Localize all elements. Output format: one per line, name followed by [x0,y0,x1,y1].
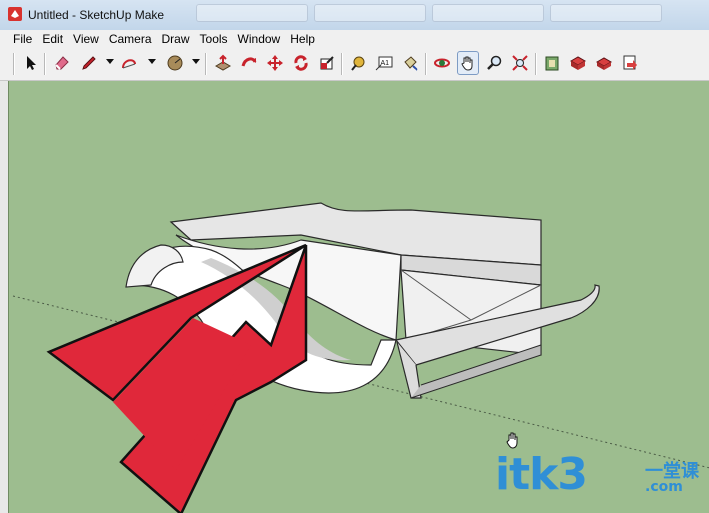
move-icon [267,55,283,71]
menu-edit[interactable]: Edit [36,30,67,48]
menu-view[interactable]: View [67,30,103,48]
menu-tools[interactable]: Tools [194,30,232,48]
line-dropdown-arrow[interactable] [106,59,114,64]
arc-dropdown-arrow[interactable] [148,59,156,64]
eraser-tool-button[interactable] [51,51,73,75]
follow-me-icon [241,57,257,67]
menu-help[interactable]: Help [284,30,319,48]
share-model-button[interactable] [593,51,615,75]
zoom-extents-tool-button[interactable] [509,51,531,75]
rotate-tool-button[interactable] [290,51,312,75]
toolbar-separator [44,53,46,75]
orbit-tool-button[interactable] [431,51,453,75]
tape-measure-tool-button[interactable] [347,51,369,75]
menu-camera[interactable]: Camera [103,30,156,48]
watermark-main-text: itk3 [495,449,588,500]
menu-draw[interactable]: Draw [156,30,194,48]
toolbar-separator [205,53,207,75]
zoom-icon [487,55,502,70]
viewport-left-frame [0,81,8,513]
toolbar-separator [341,53,343,75]
paint-bucket-tool-button[interactable] [399,51,421,75]
line-tool-button[interactable] [78,51,100,75]
scale-icon [320,56,334,70]
move-tool-button[interactable] [264,51,286,75]
circle-shape-icon [167,55,183,71]
scale-tool-button[interactable] [316,51,338,75]
send-to-layout-icon [623,55,637,70]
background-tab [432,4,544,22]
zoom-tool-button[interactable] [483,51,505,75]
push-pull-tool-button[interactable] [212,51,234,75]
drawing-viewport[interactable]: itk3 一堂课 .com [8,81,709,513]
arc-tool-button[interactable] [118,51,140,75]
send-to-layout-button[interactable] [619,51,641,75]
3d-warehouse-button[interactable] [541,51,563,75]
background-tab [196,4,308,22]
menu-window[interactable]: Window [232,30,285,48]
menu-file[interactable]: File [0,30,36,48]
toolbar-separator [535,53,537,75]
pan-hand-icon [461,56,473,71]
select-tool-button[interactable] [20,51,42,75]
sketchup-logo-icon [8,7,22,21]
orbit-icon [434,58,450,68]
menu-bar: File Edit View Camera Draw Tools Window … [0,30,709,48]
extension-warehouse-button[interactable] [567,51,589,75]
paint-bucket-icon [404,56,418,71]
window-title: Untitled - SketchUp Make [28,8,165,22]
rotate-icon [294,55,308,71]
scene-canvas [12,202,709,513]
text-tool-button[interactable]: A1 [373,51,395,75]
cursor-arrow-icon [27,56,36,70]
background-tab [550,4,662,22]
warehouse-icon [545,56,559,71]
shapes-dropdown-arrow[interactable] [192,59,200,64]
pan-cursor-icon [506,432,518,449]
watermark-domain-text: .com [645,479,683,495]
title-bar: Untitled - SketchUp Make [0,0,709,31]
watermark: itk3 一堂课 .com [495,453,699,497]
toolbar: A1 [0,48,709,81]
follow-me-tool-button[interactable] [238,51,260,75]
zoom-extents-icon [512,55,528,71]
arc-icon [122,59,136,69]
extension-warehouse-icon [569,56,587,70]
pencil-icon [82,56,96,70]
tape-measure-icon [351,56,365,71]
pan-tool-button[interactable] [457,51,479,75]
shapes-tool-button[interactable] [164,51,186,75]
toolbar-grip [13,53,15,75]
background-tab [314,4,426,22]
push-pull-icon [214,54,232,71]
eraser-icon [55,56,69,70]
share-model-icon [595,57,613,70]
toolbar-separator [425,53,427,75]
svg-text:A1: A1 [381,60,390,67]
text-icon: A1 [375,56,393,71]
